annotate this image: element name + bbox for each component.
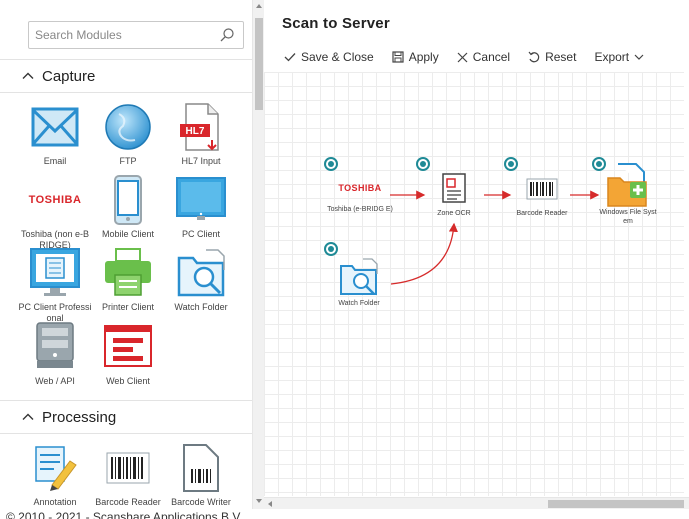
workflow-editor: Scan to Server Save & Close Apply Cancel… — [264, 0, 689, 519]
module-pc-client[interactable]: PC Client — [164, 175, 238, 240]
pc-pro-icon — [30, 248, 80, 296]
search-input[interactable] — [29, 22, 214, 48]
barcode-icon — [526, 178, 558, 200]
scrollbar-thumb[interactable] — [255, 18, 263, 110]
connection-arrow — [390, 222, 458, 285]
watch-folder-icon — [177, 249, 225, 297]
canvas-horizontal-scrollbar[interactable] — [264, 497, 689, 509]
section-header-capture[interactable]: Capture — [0, 59, 252, 93]
close-icon — [457, 52, 468, 62]
node-label: Watch Folder — [338, 300, 380, 307]
module-email[interactable]: Email — [18, 102, 92, 167]
module-panel: Capture Email FTP HL7 HL7 Input — [0, 0, 252, 509]
module-pc-client-professional[interactable]: PC Client Professi onal — [13, 248, 97, 324]
barcode-icon — [106, 452, 150, 484]
node-select-radio[interactable] — [416, 157, 430, 171]
module-web-client[interactable]: Web Client — [91, 322, 165, 387]
module-label: Annotation — [33, 497, 77, 507]
section-title: Capture — [42, 67, 96, 85]
module-label: Printer Client — [101, 302, 155, 312]
node-label: Zone OCR — [437, 210, 471, 217]
module-label: Watch Folder — [174, 302, 228, 312]
printer-icon — [105, 248, 151, 296]
scroll-up-arrow-icon[interactable] — [256, 4, 262, 8]
email-icon — [31, 107, 79, 147]
annotation-icon — [35, 446, 77, 491]
module-panel-scrollbar[interactable] — [252, 0, 264, 509]
toshiba-logo: TOSHIBA — [28, 194, 82, 206]
module-mobile-client[interactable]: Mobile Client — [91, 175, 165, 240]
apply-button[interactable]: Apply — [392, 50, 439, 64]
node-label: Toshiba (e-BRIDG E) — [327, 206, 393, 213]
section-title: Processing — [42, 408, 117, 426]
page-title: Scan to Server — [282, 15, 390, 32]
section-header-processing[interactable]: Processing — [0, 400, 252, 434]
scrollbar-thumb[interactable] — [548, 500, 684, 508]
module-barcode-writer[interactable]: Barcode Writer — [164, 443, 238, 508]
module-toshiba-non-ebridge[interactable]: TOSHIBA Toshiba (non e-B RIDGE) — [18, 175, 92, 251]
save-disk-icon — [392, 51, 404, 63]
toolbar: Save & Close Apply Cancel Reset Export — [284, 47, 662, 67]
toshiba-logo: TOSHIBA — [338, 183, 382, 193]
copyright-footer: © 2010 - 2021 - Scanshare Applications B… — [6, 510, 243, 519]
hl7-icon: HL7 — [180, 103, 219, 151]
node-label: Barcode Reader — [516, 210, 568, 217]
hl7-badge: HL7 — [186, 126, 205, 137]
module-label: Web / API — [35, 376, 75, 386]
server-icon — [36, 322, 74, 368]
scroll-left-arrow-icon[interactable] — [268, 501, 272, 507]
module-hl7-input[interactable]: HL7 HL7 Input — [164, 102, 238, 167]
module-label: Mobile Client — [101, 229, 155, 239]
node-windows-file-system[interactable]: Windows File Syst em — [596, 162, 660, 226]
module-web-api[interactable]: Web / API — [18, 322, 92, 387]
checkmark-icon — [284, 53, 296, 62]
node-watch-folder[interactable]: Watch Folder — [326, 258, 392, 308]
node-select-radio[interactable] — [324, 157, 338, 171]
search-box[interactable] — [28, 21, 244, 49]
web-client-icon — [104, 325, 152, 367]
module-ftp[interactable]: FTP — [91, 102, 165, 167]
module-annotation[interactable]: Annotation — [18, 443, 92, 508]
module-barcode-reader[interactable]: Barcode Reader — [91, 443, 165, 508]
scroll-down-arrow-icon[interactable] — [256, 499, 262, 503]
module-label: Barcode Reader — [95, 497, 161, 507]
module-label: FTP — [119, 156, 137, 166]
node-barcode-reader[interactable]: Barcode Reader — [510, 172, 574, 218]
chevron-up-icon — [22, 72, 34, 79]
module-label: Email — [43, 156, 67, 166]
module-label: PC Client Professi onal — [18, 302, 92, 323]
search-icon[interactable] — [219, 27, 235, 43]
module-label: Barcode Writer — [171, 497, 231, 507]
ftp-icon — [105, 104, 151, 150]
export-dropdown[interactable]: Export — [594, 50, 644, 64]
windows-file-system-icon — [607, 163, 647, 207]
module-label: Web Client — [106, 376, 150, 386]
barcode-writer-icon — [183, 444, 219, 492]
reset-button[interactable]: Reset — [528, 50, 576, 64]
cancel-button[interactable]: Cancel — [457, 50, 510, 64]
undo-icon — [528, 51, 540, 63]
node-toshiba-ebridge[interactable]: TOSHIBA Toshiba (e-BRIDG E) — [324, 174, 396, 214]
workflow-canvas[interactable]: TOSHIBA Toshiba (e-BRIDG E) Zone OCR Bar… — [264, 72, 684, 496]
chevron-down-icon — [634, 54, 644, 60]
module-label: PC Client — [181, 229, 220, 239]
save-close-button[interactable]: Save & Close — [284, 50, 374, 64]
node-zone-ocr[interactable]: Zone OCR — [426, 172, 482, 218]
watch-folder-icon — [340, 258, 378, 295]
mobile-icon — [114, 175, 142, 225]
module-printer-client[interactable]: Printer Client — [91, 248, 165, 313]
node-select-radio[interactable] — [324, 242, 338, 256]
node-label: Windows File Syst em — [599, 209, 657, 225]
module-label: HL7 Input — [181, 156, 221, 166]
chevron-up-icon — [22, 413, 34, 420]
monitor-icon — [176, 177, 226, 220]
module-watch-folder[interactable]: Watch Folder — [164, 248, 238, 313]
zone-ocr-icon — [442, 173, 466, 203]
node-select-radio[interactable] — [504, 157, 518, 171]
